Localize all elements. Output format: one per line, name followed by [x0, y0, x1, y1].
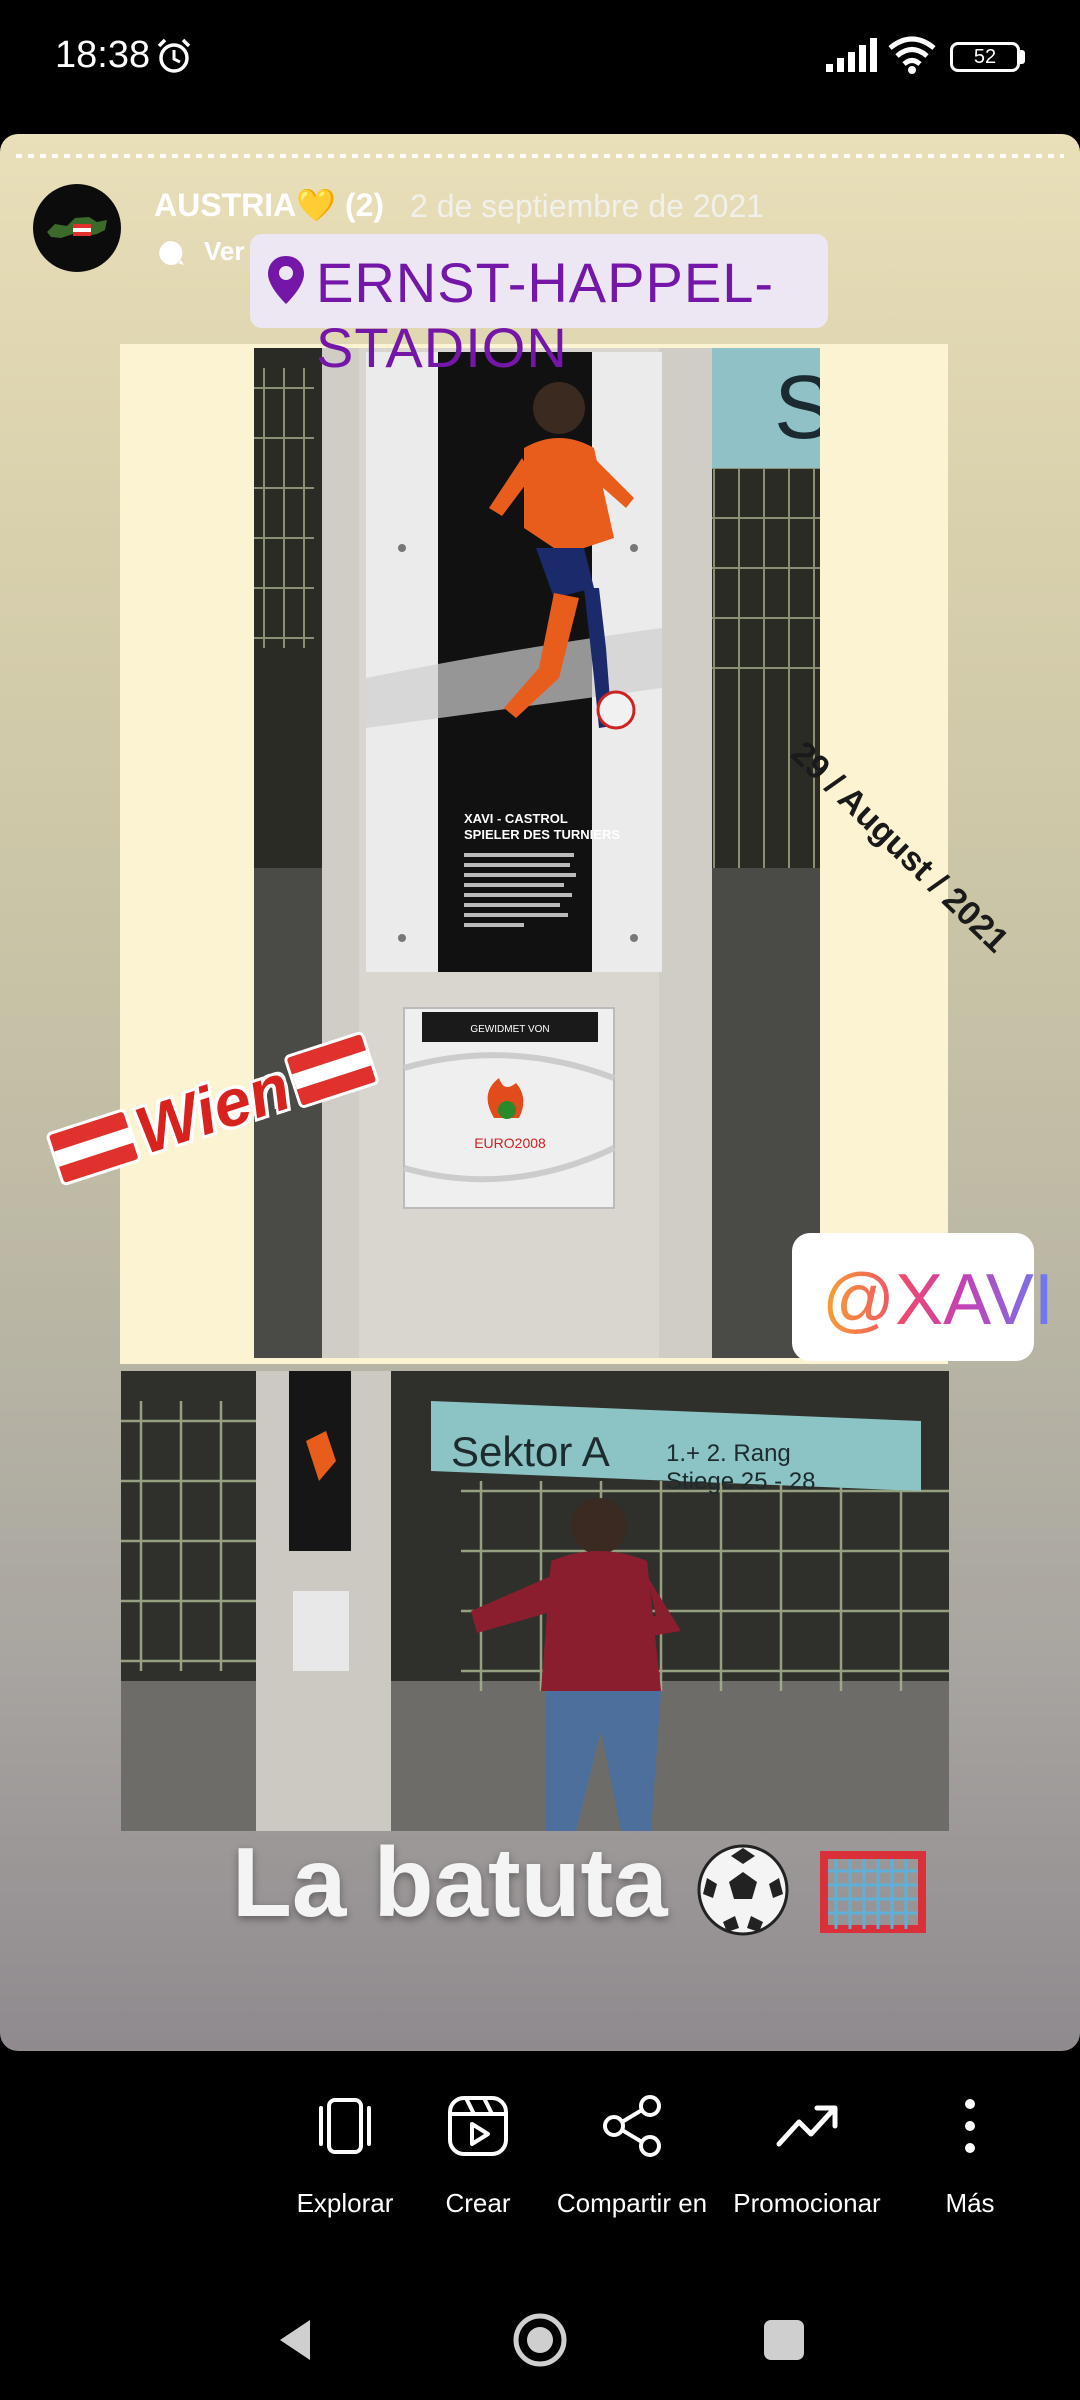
- plaque-scene: S XAVI - CASTROL SPIELER DES TURNIERS GE…: [254, 348, 820, 1358]
- soccer-ball-icon: [697, 1844, 789, 1936]
- story-viewer[interactable]: AUSTRIA💛 (2) 2 de septiembre de 2021 Ver…: [0, 134, 1080, 2051]
- back-icon[interactable]: [266, 2310, 326, 2370]
- share-icon: [603, 2095, 661, 2157]
- stadium-scene: Sektor A 1.+ 2. Rang Stiege 25 - 28: [121, 1371, 949, 1831]
- austria-flag-icon: [45, 1107, 143, 1187]
- recents-icon[interactable]: [754, 2310, 814, 2370]
- more-icon: [965, 2099, 975, 2153]
- more-label: Más: [945, 2188, 995, 2218]
- story-progress-bar: [16, 154, 1064, 158]
- action-bar: Explorar Crear Compartir en Promocionar …: [0, 2054, 1080, 2274]
- home-icon[interactable]: [510, 2310, 570, 2370]
- translate-icon[interactable]: [156, 238, 186, 268]
- story-author[interactable]: AUSTRIA💛 (2): [154, 186, 384, 224]
- austria-map-icon: [47, 217, 107, 238]
- location-pin-icon: [268, 256, 304, 304]
- battery-icon: 52: [950, 42, 1020, 72]
- euro-logo-text: EURO2008: [474, 1135, 546, 1151]
- share-label: Compartir en: [556, 2188, 708, 2218]
- explore-icon: [319, 2098, 371, 2154]
- clock: 18:38: [55, 34, 151, 76]
- mention-sticker[interactable]: @XAVI: [792, 1233, 1054, 1361]
- more-button[interactable]: Más: [885, 2090, 1055, 2219]
- alarm-icon: [157, 38, 191, 73]
- signal-icon: [826, 38, 877, 72]
- create-reel-icon: [448, 2096, 508, 2156]
- promote-label: Promocionar: [733, 2188, 881, 2218]
- sektor-sign: Sektor A: [451, 1428, 610, 1475]
- avatar[interactable]: [33, 184, 121, 272]
- location-name: ERNST-HAPPEL-STADION: [316, 251, 774, 379]
- goal-net-icon: [820, 1851, 927, 1934]
- location-sticker[interactable]: ERNST-HAPPEL-STADION: [250, 234, 828, 379]
- plaque-title-1: XAVI - CASTROL: [464, 811, 568, 826]
- photo-plaque: S XAVI - CASTROL SPIELER DES TURNIERS GE…: [254, 348, 820, 1358]
- mention-text: @XAVI: [822, 1260, 1054, 1340]
- create-label: Crear: [445, 2188, 511, 2218]
- stiege-sign: Stiege 25 - 28: [666, 1468, 815, 1495]
- austria-flag-icon: [282, 1030, 381, 1110]
- create-button[interactable]: Crear: [393, 2090, 563, 2219]
- rang-sign: 1.+ 2. Rang: [666, 1440, 791, 1467]
- story-date: 2 de septiembre de 2021: [410, 188, 765, 224]
- promote-icon: [776, 2105, 838, 2147]
- photo-person: Sektor A 1.+ 2. Rang Stiege 25 - 28: [121, 1371, 949, 1831]
- share-button[interactable]: Compartir en: [547, 2090, 717, 2219]
- story-caption: La batuta: [232, 1826, 928, 1939]
- wifi-icon: [888, 36, 936, 74]
- caption-text: La batuta: [232, 1827, 668, 1937]
- plaque-title-2: SPIELER DES TURNIERS: [464, 827, 620, 842]
- plaque-dedication: GEWIDMET VON: [470, 1024, 549, 1035]
- battery-tip: [1020, 50, 1025, 64]
- promote-button[interactable]: Promocionar: [722, 2090, 892, 2219]
- system-nav-bar: [0, 2274, 1080, 2400]
- battery-level: 52: [973, 46, 997, 68]
- status-bar: 18:38 52: [0, 0, 1080, 120]
